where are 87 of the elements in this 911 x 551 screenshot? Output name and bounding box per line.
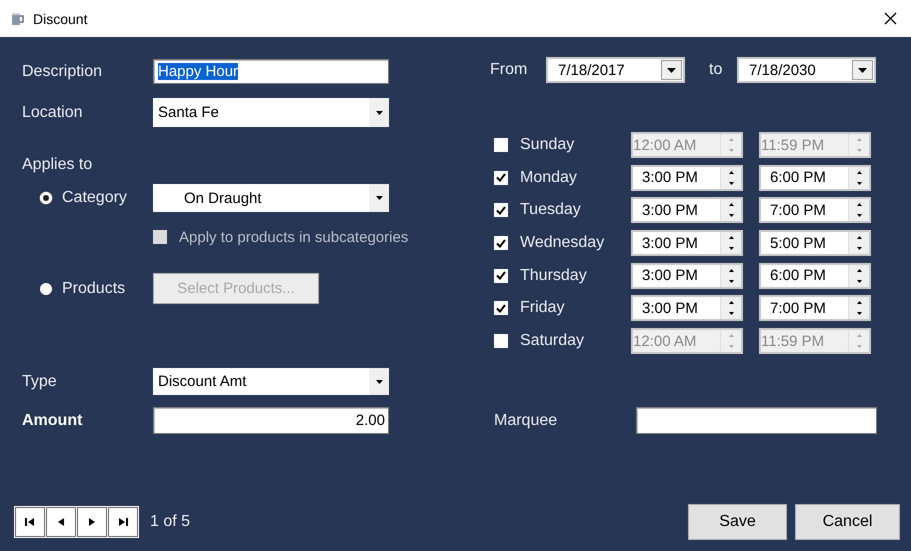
time-spinner[interactable]: 3:00 PM — [631, 230, 743, 256]
up-arrow-icon — [728, 301, 734, 304]
time-spinner[interactable]: 6:00 PM — [759, 262, 871, 289]
up-arrow-icon — [728, 236, 734, 240]
time-spinner[interactable]: 5:00 PM — [759, 230, 871, 256]
dialog-button[interactable]: Save — [688, 504, 787, 540]
up-arrow-icon — [856, 236, 862, 240]
field-label: Location — [22, 104, 84, 122]
down-arrow-icon — [728, 312, 734, 316]
nav-button[interactable] — [108, 507, 138, 537]
check-icon — [496, 304, 506, 313]
check-icon — [496, 173, 506, 182]
checkbox[interactable]: Friday — [490, 299, 631, 318]
location-dropdown[interactable]: Santa Fe — [153, 98, 389, 127]
up-arrow-icon — [856, 301, 862, 304]
field-label: Type — [22, 372, 58, 390]
nav-button[interactable] — [46, 507, 76, 537]
check-icon — [496, 206, 506, 215]
category-dropdown[interactable]: On Draught — [153, 184, 389, 212]
down-arrow-icon — [856, 247, 862, 250]
field-label: From — [490, 61, 528, 79]
down-arrow-icon — [856, 149, 862, 152]
time-spinner[interactable]: 3:00 PM — [631, 164, 743, 191]
record-position: 1 of 5 — [150, 513, 190, 531]
checkbox[interactable]: Tuesday — [490, 201, 631, 220]
time-spinner[interactable]: 3:00 PM — [631, 197, 743, 224]
text-field[interactable]: Happy Hour — [153, 59, 389, 84]
field-label: Applies to — [22, 156, 94, 174]
caret-icon — [376, 110, 382, 114]
checkbox[interactable]: Wednesday — [490, 234, 631, 252]
time-spinner[interactable]: 3:00 PM — [631, 295, 743, 322]
up-arrow-icon — [728, 203, 734, 206]
checkbox[interactable]: Monday — [490, 168, 631, 187]
caret-icon — [667, 68, 676, 72]
up-arrow-icon — [856, 170, 862, 174]
caret-icon — [376, 196, 382, 200]
window-title: Discount — [33, 10, 88, 26]
down-arrow-icon — [856, 345, 862, 348]
date-picker[interactable]: 7/18/2017 — [546, 57, 685, 83]
down-arrow-icon — [856, 214, 862, 218]
field-label: Marquee — [493, 412, 558, 430]
amount-field[interactable]: 2.00 — [153, 407, 389, 434]
checkbox[interactable]: Sunday — [490, 136, 631, 154]
down-arrow-icon — [728, 247, 734, 250]
down-arrow-icon — [728, 182, 734, 185]
nav-button[interactable] — [15, 507, 45, 537]
up-arrow-icon — [856, 138, 862, 141]
down-arrow-icon — [728, 149, 734, 152]
time-spinner[interactable]: 6:00 PM — [759, 164, 871, 191]
field-label: Amount — [22, 412, 84, 430]
up-arrow-icon — [728, 334, 734, 338]
up-arrow-icon — [856, 268, 862, 272]
check-icon — [496, 238, 506, 248]
caret-icon — [376, 380, 382, 384]
field-label: to — [709, 61, 724, 79]
time-spinner[interactable]: 7:00 PM — [759, 295, 871, 322]
checkbox[interactable]: Thursday — [490, 266, 631, 285]
field-label: Description — [22, 62, 104, 80]
up-arrow-icon — [728, 170, 734, 174]
up-arrow-icon — [728, 268, 734, 272]
nav-button[interactable] — [77, 507, 107, 537]
checkbox[interactable]: Saturday — [490, 332, 631, 350]
down-arrow-icon — [856, 280, 862, 283]
dialog-button[interactable]: Cancel — [795, 504, 900, 540]
previous-icon — [56, 517, 66, 527]
down-arrow-icon — [856, 312, 862, 316]
close-icon — [884, 12, 896, 25]
marquee-field[interactable] — [636, 407, 877, 434]
caret-icon — [858, 68, 867, 72]
next-icon — [87, 517, 97, 527]
check-icon — [496, 271, 506, 280]
last-record-icon — [118, 517, 128, 527]
radio-button[interactable]: Products — [22, 280, 153, 298]
type-dropdown[interactable]: Discount Amt — [153, 368, 389, 395]
up-arrow-icon — [856, 203, 862, 206]
date-picker[interactable]: 7/18/2030 — [737, 57, 876, 83]
first-record-icon — [25, 517, 35, 527]
up-arrow-icon — [856, 334, 862, 338]
down-arrow-icon — [728, 280, 734, 283]
time-spinner[interactable]: 7:00 PM — [759, 197, 871, 224]
up-arrow-icon — [728, 138, 734, 141]
radio-button[interactable]: Category — [22, 189, 153, 207]
down-arrow-icon — [728, 214, 734, 218]
time-spinner[interactable]: 3:00 PM — [631, 262, 743, 289]
down-arrow-icon — [728, 345, 734, 348]
down-arrow-icon — [856, 182, 862, 185]
mug-icon — [11, 11, 25, 26]
